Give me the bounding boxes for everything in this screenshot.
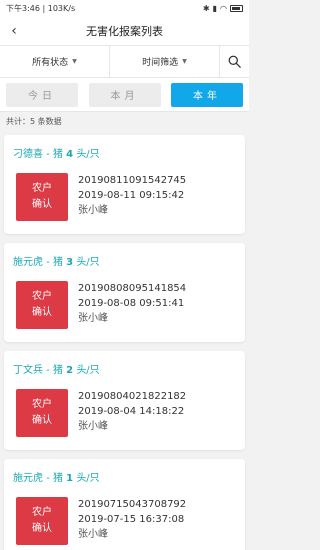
animal-type: 猪 (52, 257, 63, 268)
record-card[interactable]: 施元虎 - 猪 1 头/只 农户 确认 20190715043708792 20… (4, 459, 245, 550)
record-info: 20190715043708792 2019-07-15 16:37:08 张小… (78, 497, 186, 542)
record-code: 20190715043708792 (78, 499, 187, 510)
record-list: 刁德喜 - 猪 4 头/只 农户 确认 20190811091542745 20… (0, 135, 249, 550)
title-bar: ‹ 无害化报案列表 (0, 16, 249, 46)
status-filter-dropdown[interactable]: 所有状态 ▼ (0, 46, 110, 77)
period-tabs: 今日 本月 本年 (0, 78, 249, 112)
record-datetime: 2019-08-04 14:18:22 (78, 406, 185, 417)
page-title: 无害化报案列表 (86, 24, 163, 38)
record-datetime: 2019-07-15 16:37:08 (78, 514, 185, 525)
animal-type: 猪 (52, 149, 63, 160)
confirm-line2: 确认 (32, 523, 52, 534)
record-person: 张小峰 (78, 421, 108, 432)
count-unit: 头/只 (76, 473, 100, 484)
status-filter-label: 所有状态 (32, 58, 69, 68)
caret-down-icon: ▼ (182, 58, 187, 65)
farmer-confirm-button[interactable]: 农户 确认 (16, 281, 68, 329)
record-code: 20190808095141854 (78, 283, 187, 294)
record-title: 施元虎 - 猪 3 头/只 (13, 257, 100, 268)
record-info: 20190808095141854 2019-08-08 09:51:41 张小… (78, 281, 186, 326)
count-unit: 头/只 (76, 365, 100, 376)
farmer-confirm-button[interactable]: 农户 确认 (16, 173, 68, 221)
filter-bar: 所有状态 ▼ 时间筛选 ▼ (0, 46, 249, 78)
farmer-confirm-button[interactable]: 农户 确认 (16, 389, 68, 437)
tab-today[interactable]: 今日 (6, 82, 78, 107)
tab-year[interactable]: 本年 (171, 82, 243, 107)
status-icons: ✱ ▮ ◠ (203, 4, 243, 13)
record-info: 20190811091542745 2019-08-11 09:15:42 张小… (78, 173, 186, 218)
record-title: 丁文兵 - 猪 2 头/只 (13, 365, 100, 376)
status-speed: 103K/s (47, 3, 76, 13)
record-person: 张小峰 (78, 313, 108, 324)
confirm-line2: 确认 (32, 199, 52, 210)
record-datetime: 2019-08-08 09:51:41 (78, 298, 185, 309)
status-time: 下午3:46 (6, 3, 40, 13)
status-bar: 下午3:46 | 103K/s ✱ ▮ ◠ (0, 0, 249, 16)
confirm-line1: 农户 (32, 291, 52, 302)
record-person: 张小峰 (78, 205, 108, 216)
count-unit: 头/只 (76, 257, 100, 268)
farmer-name: 丁文兵 (13, 365, 43, 376)
animal-count: 2 (66, 365, 74, 376)
animal-count: 1 (66, 473, 74, 484)
signal-icon: ▮ (212, 3, 218, 13)
farmer-name: 施元虎 (13, 473, 43, 484)
farmer-confirm-button[interactable]: 农户 确认 (16, 497, 68, 545)
farmer-name: 刁德喜 (13, 149, 43, 160)
time-filter-dropdown[interactable]: 时间筛选 ▼ (110, 46, 220, 77)
time-filter-label: 时间筛选 (142, 58, 179, 68)
record-title: 施元虎 - 猪 1 头/只 (13, 473, 100, 484)
confirm-line2: 确认 (32, 307, 52, 318)
search-button[interactable] (220, 46, 249, 77)
wifi-icon: ◠ (220, 3, 227, 13)
record-info: 20190804021822182 2019-08-04 14:18:22 张小… (78, 389, 186, 434)
battery-icon (230, 4, 243, 12)
count-unit: 头/只 (76, 149, 100, 160)
record-card[interactable]: 丁文兵 - 猪 2 头/只 农户 确认 20190804021822182 20… (4, 351, 245, 450)
animal-count: 4 (66, 149, 74, 160)
record-count: 共计：5 条数据 (0, 112, 249, 130)
confirm-line2: 确认 (32, 415, 52, 426)
confirm-line1: 农户 (32, 507, 52, 518)
record-person: 张小峰 (78, 529, 108, 540)
search-icon (228, 55, 241, 68)
back-button[interactable]: ‹ (6, 22, 22, 40)
record-card[interactable]: 施元虎 - 猪 3 头/只 农户 确认 20190808095141854 20… (4, 243, 245, 342)
animal-count: 3 (66, 257, 74, 268)
farmer-name: 施元虎 (13, 257, 43, 268)
tab-month[interactable]: 本月 (88, 82, 161, 107)
status-left: 下午3:46 | 103K/s (6, 3, 76, 13)
animal-type: 猪 (52, 473, 63, 484)
confirm-line1: 农户 (32, 399, 52, 410)
confirm-line1: 农户 (32, 183, 52, 194)
caret-down-icon: ▼ (72, 58, 77, 65)
record-datetime: 2019-08-11 09:15:42 (78, 190, 185, 201)
record-code: 20190804021822182 (78, 391, 187, 402)
record-code: 20190811091542745 (78, 175, 187, 186)
bluetooth-icon: ✱ (202, 3, 210, 13)
animal-type: 猪 (52, 365, 63, 376)
record-title: 刁德喜 - 猪 4 头/只 (13, 149, 100, 160)
record-card[interactable]: 刁德喜 - 猪 4 头/只 农户 确认 20190811091542745 20… (4, 135, 245, 234)
